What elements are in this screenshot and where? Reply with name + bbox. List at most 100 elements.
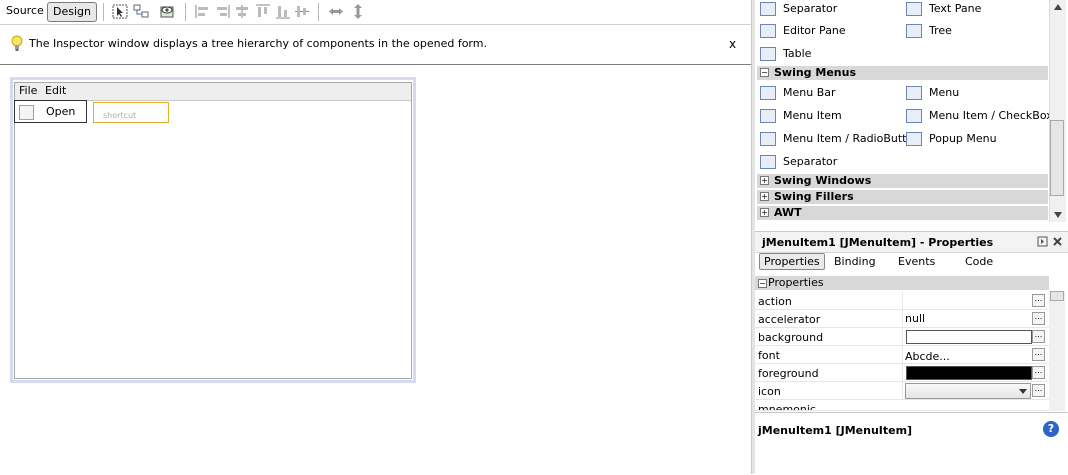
table-icon (760, 47, 776, 61)
shortcut-placeholder: shortcut (103, 111, 137, 120)
popup-menu-icon (906, 132, 922, 146)
change-horizontal-resizability-icon[interactable] (328, 4, 344, 19)
minimize-window-icon[interactable] (1037, 236, 1048, 247)
foreground-color-swatch (906, 366, 1032, 380)
description-title: jMenuItem1 [JMenuItem] (758, 424, 913, 437)
collapse-icon[interactable]: − (758, 279, 767, 288)
property-value[interactable] (902, 328, 1033, 345)
toolbar-separator (103, 3, 104, 21)
property-name: foreground (758, 367, 819, 380)
hint-bar: The Inspector window displays a tree hie… (0, 25, 751, 65)
menu-file[interactable]: File (19, 84, 37, 97)
ellipsis-button[interactable]: ... (1032, 348, 1045, 361)
toolbar-separator (318, 3, 319, 21)
checkbox-menu-item-icon (906, 109, 922, 123)
property-name: background (758, 331, 824, 344)
category-title: Swing Fillers (774, 190, 854, 203)
align-top-icon[interactable] (255, 4, 271, 19)
expand-icon[interactable]: + (760, 208, 769, 217)
properties-title: jMenuItem1 [JMenuItem] - Properties (762, 236, 994, 249)
scroll-down-icon[interactable] (1054, 212, 1062, 218)
category-swing-menus[interactable]: − Swing Menus (757, 66, 1048, 80)
property-name: mnemonic (758, 403, 816, 411)
change-vertical-resizability-icon[interactable] (350, 4, 366, 19)
radio-menu-item-icon (760, 132, 776, 146)
tree-icon (906, 24, 922, 38)
category-title: Swing Menus (774, 66, 857, 79)
dropdown-box[interactable] (905, 383, 1031, 399)
property-row-foreground[interactable]: foreground ... (755, 364, 1049, 382)
tab-code[interactable]: Code (965, 255, 993, 268)
ellipsis-button[interactable]: ... (1032, 384, 1045, 397)
tab-events[interactable]: Events (898, 255, 935, 268)
ellipsis-button[interactable]: ... (1032, 312, 1045, 325)
menu-item-open[interactable]: Open (14, 100, 87, 123)
center-vertically-icon[interactable] (294, 4, 310, 19)
close-hint-button[interactable]: x (729, 37, 736, 51)
editor-toolbar: Source Design (0, 0, 751, 25)
property-row-action[interactable]: action ... (755, 292, 1049, 310)
tab-properties[interactable]: Properties (759, 253, 825, 270)
ellipsis-button[interactable]: ... (1032, 366, 1045, 379)
property-value[interactable]: Abcde... (902, 346, 1033, 363)
ellipsis-button[interactable]: ... (1032, 330, 1045, 343)
palette-item-label: Text Pane (929, 2, 982, 15)
scroll-up-icon[interactable] (1054, 4, 1062, 10)
ellipsis-button[interactable]: ... (1032, 294, 1045, 307)
center-horizontally-icon[interactable] (234, 4, 250, 19)
palette-item-label: Menu (929, 86, 960, 99)
connection-mode-icon[interactable] (133, 4, 149, 19)
icon-dropdown[interactable] (902, 382, 1033, 399)
editor-pane-icon (760, 24, 776, 38)
property-name: font (758, 349, 780, 362)
menu-item-label: Open (46, 105, 76, 118)
expand-icon[interactable]: + (760, 192, 769, 201)
menu-edit[interactable]: Edit (45, 84, 66, 97)
shortcut-field[interactable]: shortcut (93, 102, 169, 123)
property-name: accelerator (758, 313, 821, 326)
collapse-icon[interactable]: − (760, 68, 769, 77)
property-value-text: null (905, 312, 926, 325)
jframe-form[interactable] (14, 82, 412, 379)
palette-item-label: Tree (929, 24, 952, 37)
chevron-down-icon (1019, 389, 1027, 394)
separator-icon (760, 2, 776, 16)
category-swing-windows[interactable]: + Swing Windows (757, 174, 1048, 188)
palette-item-label: Menu Bar (783, 86, 836, 99)
category-swing-fillers[interactable]: + Swing Fillers (757, 190, 1048, 204)
palette-item-label: Menu Item (783, 109, 842, 122)
align-right-icon[interactable] (214, 4, 230, 19)
palette-item-label: Table (783, 47, 812, 60)
align-left-icon[interactable] (195, 4, 211, 19)
property-row-mnemonic[interactable]: mnemonic (755, 400, 1049, 411)
palette-scroll-thumb[interactable] (1050, 120, 1064, 196)
preview-design-icon[interactable] (159, 4, 175, 19)
property-row-background[interactable]: background ... (755, 328, 1049, 346)
close-window-icon[interactable] (1052, 236, 1063, 247)
properties-tabs: Properties Binding Events Code (755, 252, 1068, 272)
background-color-swatch (906, 330, 1032, 344)
help-icon[interactable]: ? (1043, 421, 1059, 437)
property-row-font[interactable]: font Abcde... ... (755, 346, 1049, 364)
properties-scroll-thumb[interactable] (1050, 291, 1064, 301)
properties-scrollbar[interactable] (1049, 291, 1065, 411)
property-value[interactable] (902, 292, 1033, 309)
properties-section-header[interactable]: − Properties (755, 276, 1049, 290)
property-name: action (758, 295, 792, 308)
expand-icon[interactable]: + (760, 176, 769, 185)
property-row-accelerator[interactable]: accelerator null ... (755, 310, 1049, 328)
property-value[interactable]: null (902, 310, 1033, 327)
selection-mode-icon[interactable] (112, 4, 128, 19)
align-bottom-icon[interactable] (275, 4, 291, 19)
property-value[interactable] (902, 364, 1033, 381)
design-tab-button[interactable]: Design (47, 2, 97, 22)
menu-item-icon (760, 109, 776, 123)
source-tab-button[interactable]: Source (6, 4, 44, 17)
category-awt[interactable]: + AWT (757, 206, 1048, 220)
property-row-icon[interactable]: icon ... (755, 382, 1049, 400)
menu-bar-icon (760, 86, 776, 100)
tab-binding[interactable]: Binding (834, 255, 876, 268)
form-menu-bar[interactable]: File Edit (15, 83, 411, 101)
form-editor: Source Design The Inspector window displ… (0, 0, 751, 474)
separator-icon (760, 155, 776, 169)
